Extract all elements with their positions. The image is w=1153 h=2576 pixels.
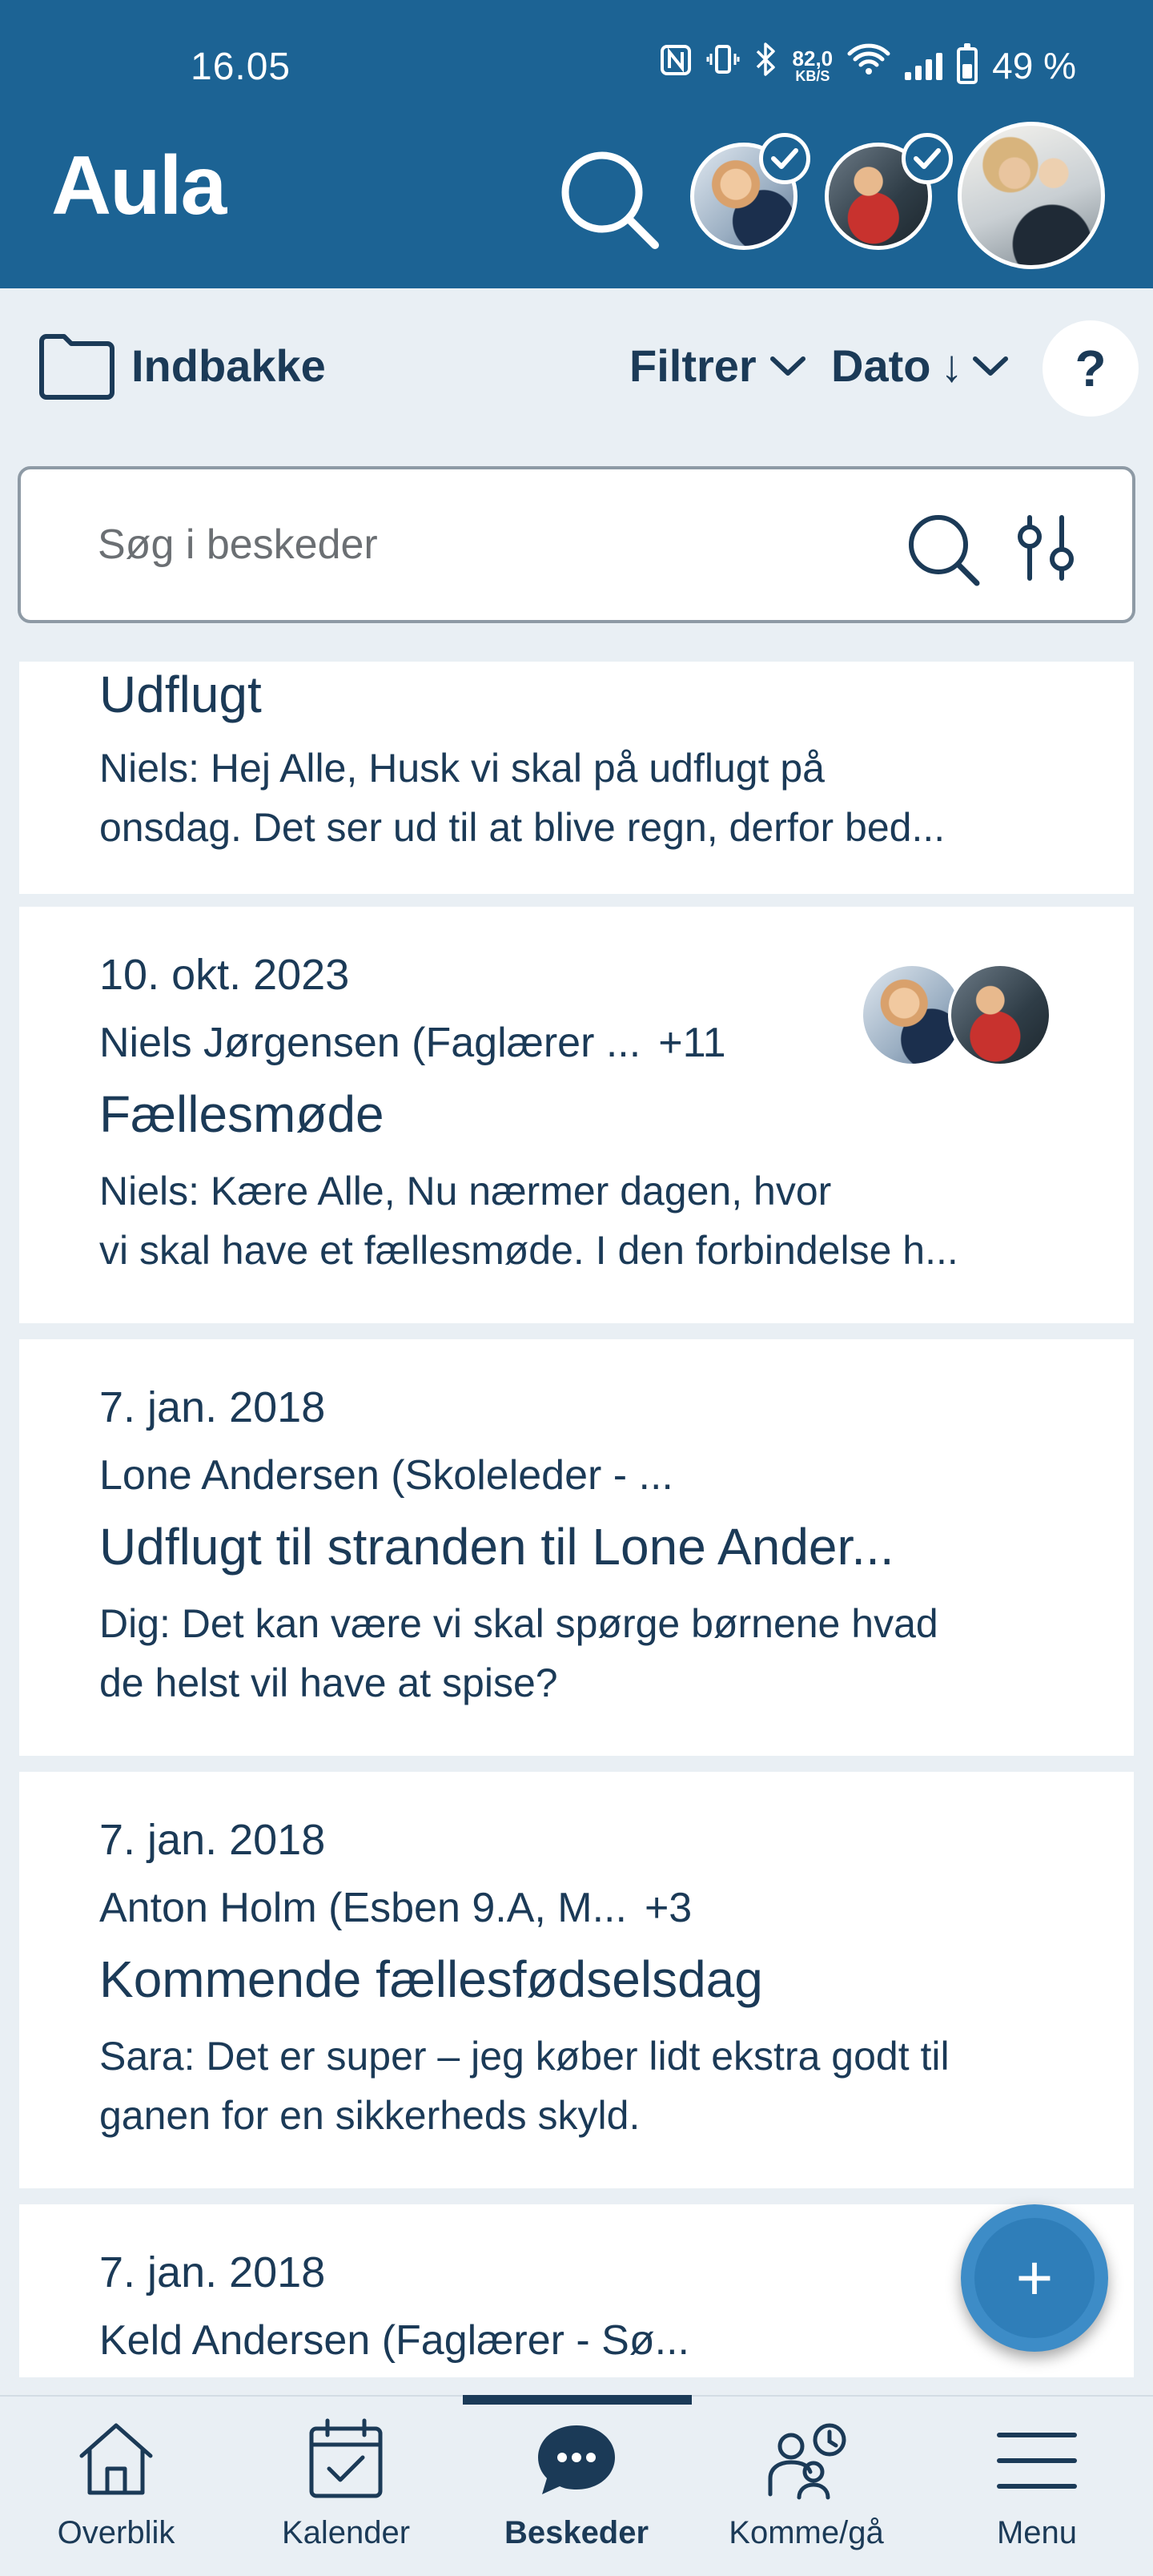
- nav-label: Komme/gå: [729, 2515, 884, 2550]
- sender-name: Lone Andersen (Skoleleder - ...: [99, 1452, 673, 1499]
- search-icon: [561, 151, 659, 249]
- bluetooth-icon: [754, 42, 778, 89]
- message-item[interactable]: 7. jan. 2018 Lone Andersen (Skoleleder -…: [19, 1339, 1134, 1756]
- sender-name: Keld Andersen (Faglærer - Sø...: [99, 2317, 689, 2364]
- nav-label: Menu: [996, 2515, 1078, 2550]
- message-sender: Keld Andersen (Faglærer - Sø...: [99, 2316, 689, 2365]
- house-icon: [79, 2423, 153, 2495]
- message-date: 7. jan. 2018: [99, 2248, 326, 2296]
- participant-avatar: [948, 963, 1052, 1067]
- network-speed: 82,0 KB/S: [793, 48, 834, 83]
- sort-label: Dato: [831, 340, 931, 391]
- chat-bubble-icon: [538, 2425, 615, 2494]
- nav-kalender[interactable]: Kalender: [234, 2411, 458, 2571]
- recipient-count: +11: [658, 1020, 726, 1066]
- sort-button[interactable]: Dato ↓: [831, 340, 1009, 392]
- battery-icon: [957, 42, 978, 84]
- help-button[interactable]: ?: [1043, 320, 1139, 417]
- message-search-box: [18, 466, 1135, 623]
- header-search-button[interactable]: [556, 146, 661, 252]
- nav-beskeder[interactable]: Beskeder: [464, 2411, 689, 2571]
- message-sender: Anton Holm (Esben 9.A, M... +3: [99, 1884, 692, 1932]
- filter-button[interactable]: Filtrer: [629, 340, 806, 392]
- message-list: Udflugt Niels: Hej Alle, Husk vi skal på…: [0, 662, 1153, 2377]
- message-subject: Fællesmøde: [99, 1085, 384, 1143]
- wifi-icon: [847, 42, 890, 88]
- message-item[interactable]: Udflugt Niels: Hej Alle, Husk vi skal på…: [19, 662, 1134, 894]
- message-subject: Kommende fællesfødselsdag: [99, 1950, 763, 2008]
- nav-overblik[interactable]: Overblik: [4, 2411, 228, 2571]
- message-date: 7. jan. 2018: [99, 1816, 326, 1864]
- message-date: 7. jan. 2018: [99, 1383, 326, 1431]
- filter-label: Filtrer: [629, 340, 757, 391]
- sort-arrow-icon: ↓: [940, 340, 963, 391]
- nav-label: Kalender: [281, 2515, 411, 2550]
- nav-menu[interactable]: Menu: [925, 2411, 1149, 2571]
- checkmark-icon: [902, 133, 953, 184]
- status-time: 16.05: [191, 46, 291, 88]
- message-sender: Lone Andersen (Skoleleder - ...: [99, 1451, 673, 1499]
- recipient-count: +3: [644, 1885, 693, 1931]
- sender-name: Niels Jørgensen (Faglærer ...: [99, 1020, 641, 1066]
- folder-icon[interactable]: [37, 330, 117, 402]
- active-tab-indicator: [463, 2395, 692, 2405]
- search-icon: [909, 515, 980, 586]
- message-item[interactable]: 7. jan. 2018 Anton Holm (Esben 9.A, M...…: [19, 1772, 1134, 2188]
- message-subject: Udflugt: [99, 666, 262, 723]
- message-preview: Niels: Kære Alle, Nu nærmer dagen, hvor …: [99, 1161, 1084, 1280]
- plus-icon: +: [974, 2218, 1095, 2338]
- preview-line: de helst vil have at spise?: [99, 1660, 558, 1705]
- message-sender: Niels Jørgensen (Faglærer ... +11: [99, 1019, 726, 1067]
- hamburger-menu-icon: [997, 2433, 1077, 2489]
- speed-value: 82,0: [792, 46, 834, 70]
- preview-line: ganen for en sikkerheds skyld.: [99, 2093, 641, 2138]
- search-submit-button[interactable]: [905, 511, 982, 588]
- message-item[interactable]: 10. okt. 2023 Niels Jørgensen (Faglærer …: [19, 907, 1134, 1323]
- message-date: 10. okt. 2023: [99, 951, 350, 999]
- message-preview: Dig: Det kan være vi skal spørge børnene…: [99, 1594, 1084, 1713]
- preview-line: Niels: Kære Alle, Nu nærmer dagen, hvor: [99, 1169, 832, 1214]
- calendar-check-icon: [309, 2418, 383, 2498]
- sender-name: Anton Holm (Esben 9.A, M...: [99, 1885, 627, 1931]
- preview-line: onsdag. Det ser ud til at blive regn, de…: [99, 805, 946, 850]
- status-icons: 82,0 KB/S 49 %: [660, 42, 1076, 89]
- chevron-down-icon: [769, 356, 805, 376]
- nav-komme-gaa[interactable]: Komme/gå: [694, 2411, 918, 2571]
- preview-line: Niels: Hej Alle, Husk vi skal på udflugt…: [99, 746, 825, 791]
- nav-label: Beskeder: [504, 2515, 649, 2550]
- new-message-button[interactable]: +: [961, 2204, 1108, 2352]
- preview-line: Sara: Det er super – jeg køber lidt ekst…: [99, 2034, 950, 2079]
- chevron-down-icon: [973, 356, 1009, 376]
- signal-strength-icon: [905, 51, 943, 80]
- sliders-icon: [1018, 515, 1074, 581]
- message-preview: Sara: Det er super – jeg køber lidt ekst…: [99, 2027, 1084, 2145]
- message-preview: Niels: Hej Alle, Husk vi skal på udflugt…: [99, 739, 1084, 857]
- vibrate-icon: [706, 42, 740, 88]
- people-clock-icon: [768, 2423, 846, 2500]
- nav-label: Overblik: [57, 2515, 175, 2550]
- profile-avatar[interactable]: [958, 122, 1105, 269]
- preview-line: Dig: Det kan være vi skal spørge børnene…: [99, 1601, 938, 1646]
- message-subject: Udflugt til stranden til Lone Ander...: [99, 1518, 894, 1576]
- speed-unit: KB/S: [795, 67, 830, 84]
- search-input[interactable]: [98, 508, 818, 582]
- nfc-icon: [660, 43, 692, 88]
- folder-label[interactable]: Indbakke: [131, 340, 326, 392]
- advanced-search-button[interactable]: [1010, 513, 1081, 583]
- battery-percent: 49 %: [992, 44, 1076, 87]
- aula-logo[interactable]: Aula: [51, 144, 227, 227]
- preview-line: vi skal have et fællesmøde. I den forbin…: [99, 1228, 958, 1273]
- checkmark-icon: [759, 133, 810, 184]
